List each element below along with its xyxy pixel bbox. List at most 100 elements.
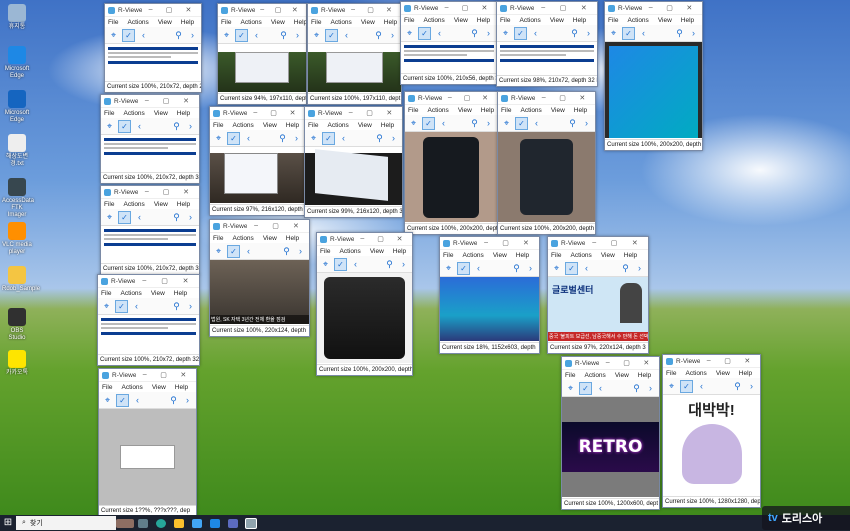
maximize-button[interactable]: ▢ <box>163 188 170 196</box>
maximize-button[interactable]: ▢ <box>166 6 173 14</box>
desktop-icon[interactable]: OBS Studio <box>2 308 32 342</box>
menu-file[interactable]: File <box>213 235 223 242</box>
maximize-button[interactable]: ▢ <box>377 235 384 243</box>
close-button[interactable]: ✕ <box>482 94 488 102</box>
back-arrow-icon[interactable]: ‹ <box>131 301 142 312</box>
menu-file[interactable]: File <box>500 17 510 24</box>
menu-help[interactable]: Help <box>174 290 187 297</box>
back-arrow-icon[interactable]: ‹ <box>434 28 445 39</box>
minimize-button[interactable]: – <box>360 235 364 243</box>
zoom-icon[interactable]: ⚲ <box>171 121 182 132</box>
maximize-button[interactable]: ▢ <box>462 4 469 12</box>
more-icon[interactable]: › <box>583 28 594 39</box>
menu-actions[interactable]: Actions <box>232 122 253 129</box>
desktop-icon[interactable]: Rdob_Sample <box>2 266 40 293</box>
menu-actions[interactable]: Actions <box>121 384 142 391</box>
menu-help[interactable]: Help <box>384 19 397 26</box>
menu-actions[interactable]: Actions <box>123 201 144 208</box>
title-bar[interactable]: R-Viewe...– ▢ ✕ <box>605 2 702 15</box>
menu-actions[interactable]: Actions <box>120 290 141 297</box>
menu-view[interactable]: View <box>263 122 277 129</box>
menu-view[interactable]: View <box>658 17 672 24</box>
menu-actions[interactable]: Actions <box>520 107 541 114</box>
r-viewer-window[interactable]: R-Viewe...– ▢ ✕ File Actions View Help ⌖✓‹ ⚲› Cur… <box>217 3 307 105</box>
title-bar[interactable]: R-Viewe...– ▢ ✕ <box>218 4 306 17</box>
back-arrow-icon[interactable]: ‹ <box>338 133 349 144</box>
minimize-button[interactable]: – <box>445 4 449 12</box>
more-icon[interactable]: › <box>483 118 494 129</box>
r-viewer-window[interactable]: R-Viewe...– ▢ ✕ File Actions View Help ⌖✓‹ ⚲› Cur… <box>496 1 598 87</box>
title-bar[interactable]: R-Viewe...– ▢ ✕ <box>317 233 412 246</box>
fit-checkbox[interactable]: ✓ <box>227 131 240 145</box>
locate-pin-icon[interactable]: ⌖ <box>108 30 119 41</box>
menu-view[interactable]: View <box>551 107 565 114</box>
fit-checkbox[interactable]: ✓ <box>680 379 693 393</box>
fit-checkbox[interactable]: ✓ <box>116 393 129 407</box>
menu-actions[interactable]: Actions <box>327 122 348 129</box>
maximize-button[interactable]: ▢ <box>160 371 167 379</box>
minimize-button[interactable]: – <box>351 6 355 14</box>
more-icon[interactable]: › <box>581 118 592 129</box>
close-button[interactable]: ✕ <box>579 94 585 102</box>
r-viewer-window[interactable]: R-Viewe...– ▢ ✕ File Actions View Help ⌖✓‹ ⚲› Cur… <box>304 106 403 218</box>
zoom-icon[interactable]: ⚲ <box>373 30 384 41</box>
menu-file[interactable]: File <box>501 107 511 114</box>
close-button[interactable]: ✕ <box>632 239 638 247</box>
menu-help[interactable]: Help <box>175 384 188 391</box>
menu-help[interactable]: Help <box>638 372 651 379</box>
close-button[interactable]: ✕ <box>292 6 298 14</box>
locate-pin-icon[interactable]: ⌖ <box>408 118 419 129</box>
back-arrow-icon[interactable]: ‹ <box>251 30 262 41</box>
r-viewer-window[interactable]: R-Viewe...– ▢ ✕ File Actions View Help ⌖✓‹ ⚲› Cur… <box>439 236 540 354</box>
title-bar[interactable]: R-Viewe...– ▢ ✕ <box>101 186 199 199</box>
title-bar[interactable]: R-Viewe...– ▢ ✕ <box>498 92 595 105</box>
more-icon[interactable]: › <box>746 381 757 392</box>
menu-file[interactable]: File <box>108 19 118 26</box>
r-viewer-window[interactable]: R-Viewe...– ▢ ✕ File Actions View Help ⌖✓‹ ⚲› Cur… <box>209 106 306 216</box>
more-icon[interactable]: › <box>525 263 536 274</box>
menu-file[interactable]: File <box>104 201 114 208</box>
zoom-icon[interactable]: ⚲ <box>732 381 743 392</box>
close-button[interactable]: ✕ <box>183 188 189 196</box>
minimize-button[interactable]: – <box>649 4 653 12</box>
title-bar[interactable]: R-Viewe...– ▢ ✕ <box>101 95 199 108</box>
fit-checkbox[interactable]: ✓ <box>122 28 135 42</box>
zoom-icon[interactable]: ⚲ <box>277 133 288 144</box>
more-icon[interactable]: › <box>388 133 399 144</box>
menu-help[interactable]: Help <box>681 17 694 24</box>
locate-pin-icon[interactable]: ⌖ <box>221 30 232 41</box>
menu-actions[interactable]: Actions <box>519 17 540 24</box>
minimize-button[interactable]: – <box>484 239 488 247</box>
more-icon[interactable]: › <box>187 30 198 41</box>
title-bar[interactable]: R-Viewe...– ▢ ✕ <box>497 2 597 15</box>
menu-actions[interactable]: Actions <box>584 372 605 379</box>
fit-checkbox[interactable]: ✓ <box>565 261 578 275</box>
back-arrow-icon[interactable]: ‹ <box>530 28 541 39</box>
menu-file[interactable]: File <box>551 252 561 259</box>
menu-file[interactable]: File <box>666 370 676 377</box>
close-button[interactable]: ✕ <box>643 359 649 367</box>
minimize-button[interactable]: – <box>542 94 546 102</box>
back-arrow-icon[interactable]: ‹ <box>243 246 254 257</box>
minimize-button[interactable]: – <box>143 371 147 379</box>
r-viewer-window[interactable]: R-Viewe...– ▢ ✕ File Actions View Help ⌖✓‹ ⚲› 법원,… <box>209 219 310 337</box>
menu-file[interactable]: File <box>101 290 111 297</box>
r-viewer-window[interactable]: R-Viewe...– ▢ ✕ File Actions View Help ⌖✓‹ ⚲› Cur… <box>400 1 498 85</box>
r-viewer-window[interactable]: R-Viewe...– ▢ ✕ File Actions View Help ⌖✓‹ ⚲› Cur… <box>97 274 200 366</box>
maximize-button[interactable]: ▢ <box>163 97 170 105</box>
zoom-icon[interactable]: ⚲ <box>511 263 522 274</box>
r-viewer-window[interactable]: R-Viewe...– ▢ ✕ File Actions View Help ⌖✓‹ ⚲› 글로벌… <box>547 236 649 354</box>
more-icon[interactable]: › <box>295 246 306 257</box>
zoom-icon[interactable]: ⚲ <box>278 30 289 41</box>
close-button[interactable]: ✕ <box>186 6 192 14</box>
menu-file[interactable]: File <box>104 110 114 117</box>
maximize-button[interactable]: ▢ <box>560 4 567 12</box>
r-viewer-window[interactable]: R-Viewe...– ▢ ✕ File Actions View Help ⌖✓‹ ⚲› Cur… <box>104 3 202 93</box>
menu-actions[interactable]: Actions <box>427 107 448 114</box>
menu-view[interactable]: View <box>493 252 507 259</box>
maximize-button[interactable]: ▢ <box>270 109 277 117</box>
menu-file[interactable]: File <box>608 17 618 24</box>
back-arrow-icon[interactable]: ‹ <box>581 263 592 274</box>
menu-actions[interactable]: Actions <box>423 17 444 24</box>
r-viewer-window[interactable]: R-Viewe...– ▢ ✕ File Actions View Help ⌖✓‹ ⚲› Cur… <box>404 91 498 235</box>
